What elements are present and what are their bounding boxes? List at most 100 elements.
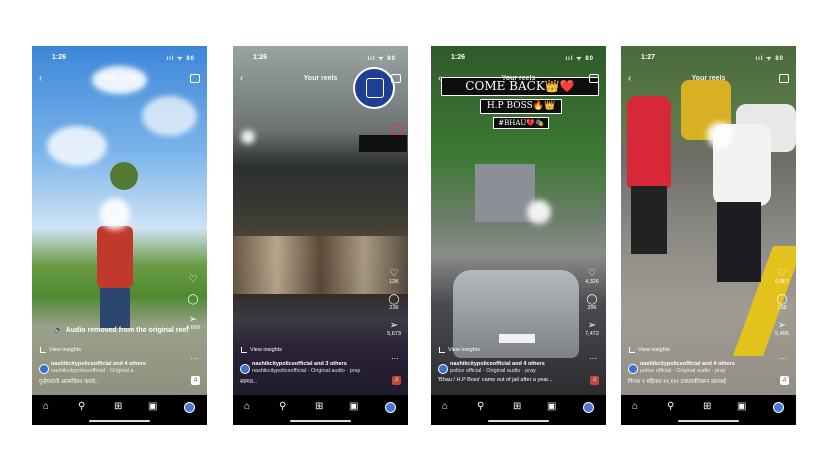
profile-avatar-icon[interactable] bbox=[583, 402, 594, 413]
home-icon[interactable]: ⌂ bbox=[244, 402, 250, 412]
heart-icon[interactable]: ♡ bbox=[386, 268, 402, 279]
comment-icon[interactable]: ◯ bbox=[584, 294, 600, 305]
home-indicator bbox=[488, 420, 549, 422]
more-options-icon[interactable]: ⋯ bbox=[391, 354, 399, 363]
likes-count: 12K bbox=[389, 279, 399, 285]
add-post-icon[interactable]: ⊞ bbox=[114, 402, 122, 412]
tree-shape bbox=[110, 162, 138, 190]
camera-icon[interactable] bbox=[190, 74, 200, 83]
insights-icon bbox=[241, 347, 247, 353]
more-options-icon[interactable]: ⋯ bbox=[779, 354, 787, 363]
profile-avatar-icon[interactable] bbox=[184, 402, 195, 413]
music-note-icon[interactable]: ♫ bbox=[191, 376, 200, 385]
add-post-icon[interactable]: ⊞ bbox=[513, 402, 521, 412]
screen-title: Your reels bbox=[691, 75, 726, 82]
reels-icon[interactable]: ▣ bbox=[148, 402, 157, 412]
view-insights-link[interactable]: View insights bbox=[629, 347, 670, 353]
add-post-icon[interactable]: ⊞ bbox=[315, 402, 323, 412]
music-note-icon[interactable]: ♫ bbox=[392, 376, 401, 385]
home-icon[interactable]: ⌂ bbox=[632, 402, 638, 412]
avatar bbox=[39, 364, 49, 374]
camera-icon[interactable] bbox=[589, 74, 599, 83]
comment-icon[interactable]: ◯ bbox=[185, 294, 201, 305]
account-subtitle: police official · Original audio · pray bbox=[640, 368, 726, 374]
reel-caption[interactable]: गुन्हेगारांनी आत्मचिंतन करावे... bbox=[39, 377, 183, 385]
reel-caption[interactable]: गिरफा १ महिनात ११,१११ टाकडाकीवरून कारवाई bbox=[628, 377, 772, 385]
phone-screen-3: COME BACK👑❤️ H.P BOSS🔥👑 #BHAU💔🎭 1:26 ııl… bbox=[431, 46, 606, 425]
heart-icon[interactable]: ♡ bbox=[584, 268, 600, 279]
status-time: 1:26 bbox=[253, 54, 268, 61]
action-rail: ♡ 6,867 ◯ 158 ➢ 5,495 bbox=[774, 268, 790, 346]
home-indicator bbox=[290, 420, 351, 422]
view-insights-link[interactable]: View insights bbox=[241, 347, 282, 353]
search-icon[interactable]: ⚲ bbox=[477, 402, 484, 412]
reels-icon[interactable]: ▣ bbox=[737, 402, 746, 412]
view-insights-link[interactable]: View insights bbox=[40, 347, 81, 353]
insights-icon bbox=[629, 347, 635, 353]
top-bar: ‹ Your reels bbox=[32, 73, 207, 87]
account-subtitle: nashikcitypoliceofficial · Original audi… bbox=[252, 368, 361, 374]
heart-icon[interactable]: ♡ bbox=[185, 274, 201, 285]
more-options-icon[interactable]: ⋯ bbox=[190, 354, 198, 363]
likes-count: 6,867 bbox=[775, 279, 789, 285]
screen-title: Your reels bbox=[501, 75, 536, 82]
person-white-legs bbox=[717, 202, 761, 282]
reel-caption[interactable]: स्वागत... bbox=[240, 377, 384, 385]
bhau-banner: #BHAU💔🎭 bbox=[493, 117, 549, 129]
send-icon[interactable]: ➢ bbox=[386, 320, 402, 331]
search-icon[interactable]: ⚲ bbox=[279, 402, 286, 412]
camera-icon[interactable] bbox=[391, 74, 401, 83]
audio-removed-notice: 🔈 Audio removed from the original reel bbox=[54, 326, 189, 335]
comments-count: 236 bbox=[389, 305, 399, 311]
send-icon[interactable]: ➢ bbox=[774, 320, 790, 331]
reel-caption[interactable]: 'Bhau / H.P Boss' came out of jail after… bbox=[438, 377, 582, 383]
phone-screen-2: 1:26 ııl ᯤ 80 ‹ Your reels ♡ 12K ◯ 236 ➢… bbox=[233, 46, 408, 425]
avatar bbox=[628, 364, 638, 374]
profile-avatar-icon[interactable] bbox=[773, 402, 784, 413]
face-blur bbox=[707, 122, 733, 148]
status-bar: 1:26 ııl ᯤ 80 bbox=[233, 54, 408, 64]
status-bar: 1:26 ııl ᯤ 80 bbox=[32, 54, 207, 64]
cloud-shape bbox=[47, 126, 107, 166]
reels-icon[interactable]: ▣ bbox=[349, 402, 358, 412]
shares-count: 7,472 bbox=[585, 331, 599, 337]
search-icon[interactable]: ⚲ bbox=[667, 402, 674, 412]
view-insights-link[interactable]: View insights bbox=[439, 347, 480, 353]
account-subtitle: nashikcitypoliceofficial · Original a bbox=[51, 368, 134, 374]
heart-icon[interactable]: ♡ bbox=[774, 268, 790, 279]
profile-avatar-icon[interactable] bbox=[385, 402, 396, 413]
comment-icon[interactable]: ◯ bbox=[386, 294, 402, 305]
bottom-nav: ⌂ ⚲ ⊞ ▣ bbox=[431, 395, 606, 425]
music-note-icon[interactable]: ♫ bbox=[590, 376, 599, 385]
likes-count: 4,326 bbox=[585, 279, 599, 285]
reels-icon[interactable]: ▣ bbox=[547, 402, 556, 412]
crowd-shape bbox=[233, 236, 408, 294]
signal-indicators: ııl ᯤ 80 bbox=[166, 56, 195, 62]
insights-icon bbox=[40, 347, 46, 353]
status-bar: 1:27 ııl ᯤ 80 bbox=[621, 54, 796, 64]
search-icon[interactable]: ⚲ bbox=[78, 402, 85, 412]
home-icon[interactable]: ⌂ bbox=[442, 402, 448, 412]
add-post-icon[interactable]: ⊞ bbox=[703, 402, 711, 412]
comment-icon[interactable]: ◯ bbox=[774, 294, 790, 305]
camera-icon[interactable] bbox=[779, 74, 789, 83]
avatar bbox=[438, 364, 448, 374]
more-options-icon[interactable]: ⋯ bbox=[589, 354, 597, 363]
shares-count: 4,669 bbox=[186, 325, 200, 331]
send-icon[interactable]: ➢ bbox=[185, 314, 201, 325]
screen-title: Your reels bbox=[303, 75, 338, 82]
signal-indicators: ııl ᯤ 80 bbox=[367, 56, 396, 62]
send-icon[interactable]: ➢ bbox=[584, 320, 600, 331]
top-bar: ‹ Your reels bbox=[233, 73, 408, 87]
action-rail: ♡ 4,326 ◯ 396 ➢ 7,472 bbox=[584, 268, 600, 346]
avatar bbox=[240, 364, 250, 374]
comments-count: 158 bbox=[777, 305, 787, 311]
person-shape bbox=[97, 226, 133, 288]
music-note-icon[interactable]: ♫ bbox=[780, 376, 789, 385]
cloud-shape bbox=[142, 96, 197, 136]
number-plate bbox=[499, 334, 535, 343]
home-indicator bbox=[89, 420, 150, 422]
face-blur bbox=[100, 198, 130, 230]
home-icon[interactable]: ⌂ bbox=[43, 402, 49, 412]
account-name: nashikcitypoliceofficial and 3 others bbox=[252, 361, 347, 367]
